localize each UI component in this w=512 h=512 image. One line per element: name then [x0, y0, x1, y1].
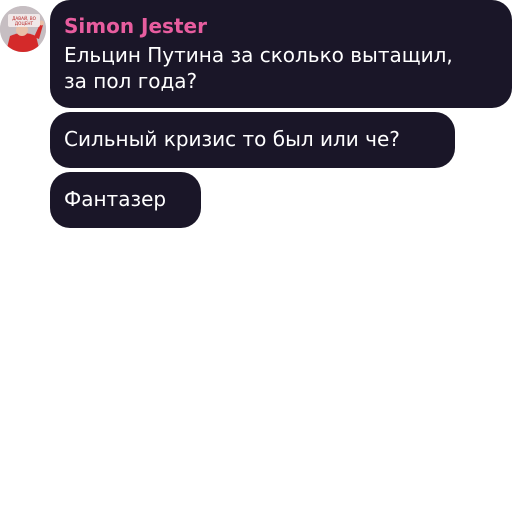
avatar[interactable]: ДАВАЙ, ВО ДОЦЕНТ — [0, 6, 46, 52]
message-text: Фантазер — [64, 187, 167, 211]
message-bubble[interactable]: Сильный кризис то был или че? — [50, 112, 455, 168]
message-text: Сильный кризис то был или че? — [64, 127, 400, 151]
message-text: Ельцин Путина за сколько вытащил, за пол… — [64, 43, 453, 93]
message-bubble[interactable]: Фантазер — [50, 172, 201, 228]
chat-thread: ДАВАЙ, ВО ДОЦЕНТ Simon Jester Ельцин Пут… — [0, 0, 512, 512]
sender-name[interactable]: Simon Jester — [64, 13, 498, 39]
message-bubble[interactable]: Simon Jester Ельцин Путина за сколько вы… — [50, 0, 512, 108]
avatar-caption-line2: ДОЦЕНТ — [15, 21, 34, 26]
user-photo-icon: ДАВАЙ, ВО ДОЦЕНТ — [0, 6, 46, 52]
